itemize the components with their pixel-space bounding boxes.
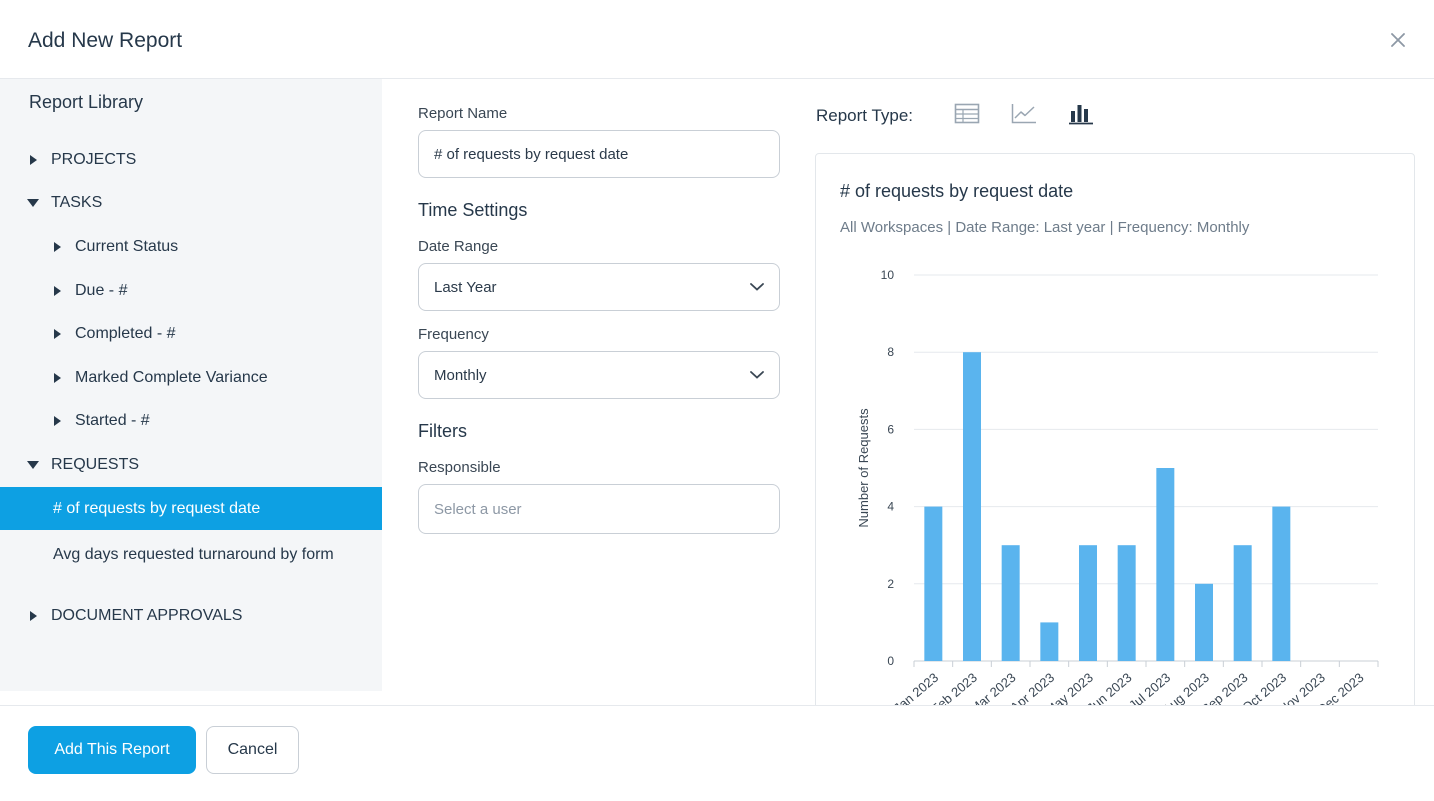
date-range-value: Last Year bbox=[434, 278, 497, 296]
bar bbox=[1156, 468, 1175, 661]
bar bbox=[1001, 545, 1020, 661]
dialog-header: Add New Report bbox=[0, 0, 1434, 79]
caret-down-icon bbox=[27, 199, 39, 208]
responsible-placeholder: Select a user bbox=[434, 500, 522, 518]
y-tick-label: 8 bbox=[887, 345, 894, 359]
report-library-tree: PROJECTS TASKS Current Status Due - # Co… bbox=[0, 138, 382, 638]
caret-right-icon bbox=[30, 611, 37, 622]
report-library-sidebar: Report Library PROJECTS TASKS Current St… bbox=[0, 79, 382, 691]
library-item-label: REQUESTS bbox=[51, 455, 140, 473]
library-item-document-approvals[interactable]: DOCUMENT APPROVALS bbox=[0, 594, 382, 638]
close-icon[interactable] bbox=[1386, 28, 1410, 52]
library-item-due[interactable]: Due - # bbox=[0, 269, 382, 313]
caret-right-icon bbox=[54, 241, 61, 252]
frequency-select[interactable]: Monthly bbox=[418, 351, 780, 399]
date-range-label: Date Range bbox=[418, 238, 499, 255]
report-name-label: Report Name bbox=[418, 105, 508, 122]
time-settings-heading: Time Settings bbox=[418, 200, 528, 220]
bar bbox=[1233, 545, 1252, 661]
y-axis-label: Number of Requests bbox=[856, 408, 871, 528]
library-item-label: DOCUMENT APPROVALS bbox=[51, 607, 243, 625]
caret-down-icon bbox=[27, 460, 39, 469]
chevron-down-icon bbox=[750, 283, 764, 291]
caret-right-icon bbox=[30, 154, 37, 165]
y-tick-label: 10 bbox=[881, 268, 895, 282]
library-item-label: Completed - # bbox=[75, 325, 176, 343]
caret-right-icon bbox=[54, 372, 61, 383]
library-item-marked-complete-variance[interactable]: Marked Complete Variance bbox=[0, 356, 382, 400]
library-item-label: # of requests by request date bbox=[53, 499, 261, 517]
library-item-label: TASKS bbox=[51, 194, 103, 212]
report-name-value: # of requests by request date bbox=[434, 145, 629, 163]
caret-right-icon bbox=[54, 416, 61, 427]
y-tick-label: 4 bbox=[887, 500, 894, 514]
bar bbox=[1040, 622, 1059, 661]
library-item-label: Current Status bbox=[75, 237, 179, 255]
library-item-label: PROJECTS bbox=[51, 150, 137, 168]
library-item-label: Due - # bbox=[75, 281, 128, 299]
library-item-label: Marked Complete Variance bbox=[75, 368, 268, 386]
library-item-requests[interactable]: REQUESTS bbox=[0, 443, 382, 487]
add-report-button[interactable]: Add This Report bbox=[28, 726, 196, 774]
bar bbox=[924, 506, 943, 661]
cancel-button[interactable]: Cancel bbox=[206, 726, 299, 774]
bar-chart-icon[interactable] bbox=[1067, 100, 1095, 128]
library-item-current-status[interactable]: Current Status bbox=[0, 225, 382, 269]
bar bbox=[1117, 545, 1136, 661]
chevron-down-icon bbox=[750, 371, 764, 379]
caret-right-icon bbox=[54, 285, 61, 296]
y-tick-label: 0 bbox=[887, 654, 894, 668]
report-library-title: Report Library bbox=[29, 92, 144, 112]
library-item-tasks[interactable]: TASKS bbox=[0, 182, 382, 226]
y-tick-label: 6 bbox=[887, 422, 894, 436]
date-range-select[interactable]: Last Year bbox=[418, 263, 780, 311]
library-item-completed[interactable]: Completed - # bbox=[0, 312, 382, 356]
library-item-requests-by-date[interactable]: # of requests by request date bbox=[0, 486, 382, 531]
dialog-footer: Add This Report Cancel bbox=[0, 705, 1434, 801]
library-item-avg-turnaround[interactable]: Avg days requested turnaround by form bbox=[0, 530, 382, 594]
bar bbox=[1195, 583, 1213, 661]
y-tick-label: 2 bbox=[887, 577, 894, 591]
responsible-label: Responsible bbox=[418, 459, 501, 476]
report-type-label: Report Type: bbox=[816, 106, 914, 125]
bar bbox=[1079, 545, 1097, 661]
filters-heading: Filters bbox=[418, 421, 467, 441]
line-chart-icon[interactable] bbox=[1010, 100, 1038, 128]
library-item-started[interactable]: Started - # bbox=[0, 400, 382, 444]
bar bbox=[963, 352, 981, 661]
frequency-value: Monthly bbox=[434, 366, 487, 384]
bar-chart: 0246810Number of RequestsJan 2023Feb 202… bbox=[856, 268, 1379, 712]
library-item-label: Avg days requested turnaround by form bbox=[53, 546, 334, 564]
frequency-label: Frequency bbox=[418, 326, 489, 343]
library-item-label: Started - # bbox=[75, 412, 150, 430]
responsible-user-input[interactable]: Select a user bbox=[418, 484, 780, 534]
report-name-input[interactable]: # of requests by request date bbox=[418, 130, 780, 178]
chart-preview-card: # of requests by request date All Worksp… bbox=[815, 153, 1415, 713]
dialog-title: Add New Report bbox=[28, 29, 183, 52]
caret-right-icon bbox=[54, 329, 61, 340]
bar bbox=[1272, 506, 1291, 661]
library-item-projects[interactable]: PROJECTS bbox=[0, 138, 382, 182]
table-icon[interactable] bbox=[953, 100, 981, 128]
